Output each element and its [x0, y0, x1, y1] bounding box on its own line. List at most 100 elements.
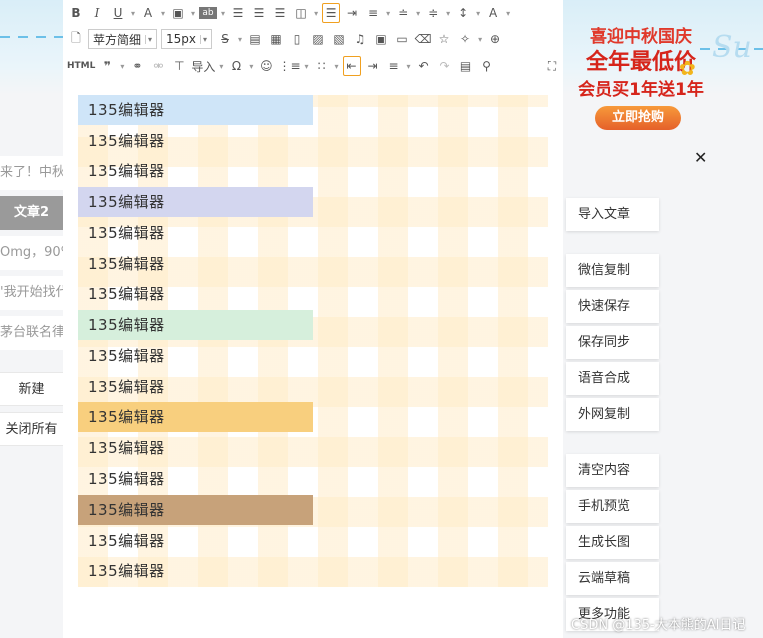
banner-script-decor: Su [712, 30, 752, 65]
quote-icon[interactable]: ❞ [98, 56, 116, 76]
font-color-icon[interactable]: A [139, 3, 157, 23]
eraser-icon[interactable]: ⌫ [414, 29, 432, 49]
redo-icon[interactable]: ↷ [436, 56, 454, 76]
voice-synthesis-button[interactable]: 语音合成 [566, 362, 659, 395]
import-button[interactable]: 导入 [191, 56, 215, 76]
article-item-active[interactable]: 文章2 [0, 196, 63, 230]
promo-banner[interactable]: 喜迎中秋国庆 全年最低价 会员买1年送1年 ✿ 立即抢购 [567, 0, 715, 140]
row-text: 135编辑器 [88, 470, 165, 488]
template-icon[interactable]: ▤ [457, 56, 475, 76]
background-color-icon[interactable]: ▣ [169, 3, 187, 23]
bold-icon[interactable]: B [67, 3, 85, 23]
external-copy-button[interactable]: 外网复制 [566, 398, 659, 431]
music-icon[interactable]: ♫ [351, 29, 369, 49]
article-item[interactable]: Omg，90% [0, 236, 63, 270]
article-item[interactable]: '我开始找代 [0, 276, 63, 310]
row-text: 135编辑器 [88, 347, 165, 365]
font-size-select[interactable]: 15px ▾ [161, 29, 213, 49]
indent-icon[interactable]: ⇥ [343, 3, 361, 23]
content-row[interactable]: 135编辑器 [78, 464, 548, 494]
watermark: CSDN @135-大本熊的AI日记 [571, 618, 746, 633]
content-row[interactable]: 135编辑器 [78, 310, 548, 340]
align-center-icon[interactable]: ☰ [250, 3, 268, 23]
image-icon[interactable]: ▨ [309, 29, 327, 49]
close-icon[interactable]: ✕ [694, 148, 707, 167]
divider-icon[interactable]: ▭ [393, 29, 411, 49]
map-icon[interactable]: ⚲ [478, 56, 496, 76]
long-image-button[interactable]: 生成长图 [566, 526, 659, 559]
align-left-icon[interactable]: ☰ [229, 3, 247, 23]
heading-style-icon[interactable]: ≡ [385, 56, 403, 76]
toolbar-row-1: B I U ▾ A ▾ ▣ ▾ ab ▾ ☰ ☰ ☰ ◫ ▾ ☰ ⇥ ≡ ▾ ≐ ▾ ≑ ▾ ↕… [67, 2, 514, 24]
clear-content-button[interactable]: 清空内容 [566, 454, 659, 487]
content-row[interactable]: 135编辑器 [78, 187, 548, 217]
content-row[interactable]: 135编辑器 [78, 372, 548, 402]
paragraph-spacing-bottom-icon[interactable]: ≑ [424, 3, 442, 23]
align-right-icon[interactable]: ☰ [271, 3, 289, 23]
italic-icon[interactable]: I [88, 3, 106, 23]
content-row[interactable]: 135编辑器 [78, 218, 548, 248]
table-icon[interactable]: ▤ [246, 29, 264, 49]
article-item[interactable]: 来了！中秋 [0, 156, 63, 190]
emoji-icon[interactable]: ☺ [257, 56, 275, 76]
row-text: 135编辑器 [88, 439, 165, 457]
gallery-icon[interactable]: ▧ [330, 29, 348, 49]
row-text: 135编辑器 [88, 285, 165, 303]
unlink-icon[interactable]: ⚮ [149, 56, 167, 76]
highlight-icon[interactable]: ab [199, 7, 218, 19]
unordered-list-icon[interactable]: ∷ [313, 56, 331, 76]
find-replace-icon[interactable]: ⊕ [486, 29, 504, 49]
content-row[interactable]: 135编辑器 [78, 556, 548, 586]
strikethrough-icon[interactable]: S [216, 29, 234, 49]
content-row[interactable]: 135编辑器 [78, 95, 548, 125]
editor-content[interactable]: 135编辑器 135编辑器 135编辑器 135编辑器 135编辑器 135编辑… [78, 95, 548, 587]
content-row[interactable]: 135编辑器 [78, 279, 548, 309]
letter-spacing-icon[interactable]: A [484, 3, 502, 23]
line-indent-icon[interactable]: ≡ [364, 3, 382, 23]
heading-icon[interactable]: ⊤ [170, 56, 188, 76]
underline-icon[interactable]: U [109, 3, 127, 23]
content-row[interactable]: 135编辑器 [78, 402, 548, 432]
content-row[interactable]: 135编辑器 [78, 249, 548, 279]
import-article-button[interactable]: 导入文章 [566, 198, 659, 231]
font-family-select[interactable]: 苹方简细 ▾ [88, 29, 158, 49]
document-icon[interactable]: ▯ [288, 29, 306, 49]
row-text: 135编辑器 [88, 255, 165, 273]
line-height-icon[interactable]: ↕ [454, 3, 472, 23]
video-icon[interactable]: ▣ [372, 29, 390, 49]
format-painter-icon[interactable]: ☆ [435, 29, 453, 49]
content-row[interactable]: 135编辑器 [78, 495, 548, 525]
wechat-copy-button[interactable]: 微信复制 [566, 254, 659, 287]
promo-buy-button[interactable]: 立即抢购 [595, 106, 681, 130]
link-icon[interactable]: ⚭ [128, 56, 146, 76]
content-row[interactable]: 135编辑器 [78, 156, 548, 186]
magic-wand-icon[interactable]: ✧ [456, 29, 474, 49]
justify-icon[interactable]: ☰ [322, 3, 341, 23]
quick-save-button[interactable]: 快速保存 [566, 290, 659, 323]
content-row[interactable]: 135编辑器 [78, 433, 548, 463]
cloud-draft-button[interactable]: 云端草稿 [566, 562, 659, 595]
article-item[interactable]: 茅台联名律 [0, 316, 63, 350]
mobile-preview-button[interactable]: 手机预览 [566, 490, 659, 523]
row-text: 135编辑器 [78, 402, 313, 432]
html-source-button[interactable]: HTML [67, 56, 95, 76]
flower-icon: ✿ [679, 56, 696, 80]
new-doc-icon[interactable]: 🗋 [67, 29, 85, 49]
paragraph-spacing-top-icon[interactable]: ≐ [394, 3, 412, 23]
content-row[interactable]: 135编辑器 [78, 126, 548, 156]
border-icon[interactable]: ◫ [292, 3, 310, 23]
grid-icon[interactable]: ▦ [267, 29, 285, 49]
content-row[interactable]: 135编辑器 [78, 526, 548, 556]
save-sync-button[interactable]: 保存同步 [566, 326, 659, 359]
ordered-list-icon[interactable]: ⋮≡ [278, 56, 300, 76]
text-indent-icon[interactable]: ⇥ [364, 56, 382, 76]
close-all-button[interactable]: 关闭所有 [0, 412, 63, 446]
new-article-button[interactable]: 新建 [0, 372, 63, 406]
text-direction-icon[interactable]: ⇤ [342, 56, 361, 76]
content-row[interactable]: 135编辑器 [78, 341, 548, 371]
row-text: 135编辑器 [88, 532, 165, 550]
fullscreen-icon[interactable]: ⛶ [543, 56, 561, 76]
row-text: 135编辑器 [78, 495, 313, 525]
undo-icon[interactable]: ↶ [415, 56, 433, 76]
special-char-icon[interactable]: Ω [227, 56, 245, 76]
